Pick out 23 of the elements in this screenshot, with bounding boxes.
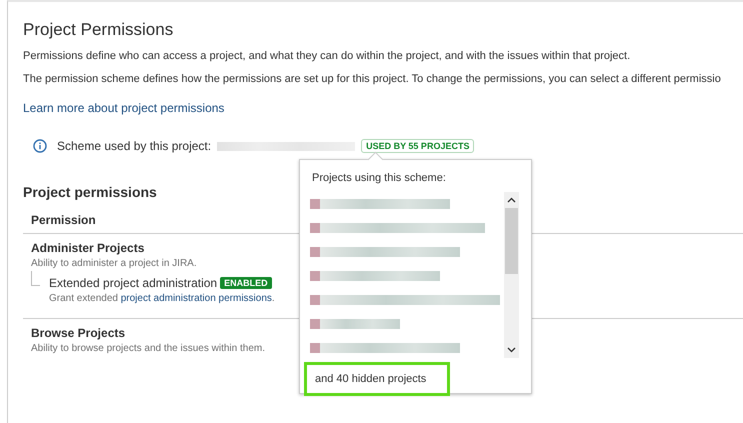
section-heading: Project permissions — [23, 184, 158, 200]
scroll-up-icon[interactable] — [507, 197, 516, 203]
scroll-down-icon[interactable] — [507, 347, 516, 353]
permissions-link[interactable]: project administration permissions — [120, 293, 272, 304]
popup-title: Projects using this scheme: — [312, 172, 447, 184]
scrollbar[interactable] — [504, 192, 519, 358]
sub-permission-description: Grant extended project administration permissions. — [49, 293, 275, 304]
sub-permission-name: Extended project administration — [49, 276, 218, 290]
hidden-projects-note: and 40 hidden projects — [304, 362, 450, 396]
description-text: Permissions define who can access a project, and what they can do within the project, and with the issues within that project. — [23, 50, 632, 62]
learn-more-link[interactable]: Learn more about project permissions — [23, 101, 224, 115]
info-icon — [33, 139, 47, 153]
permission-description: Ability to administer a project in JIRA. — [31, 258, 197, 269]
description-text: The permission scheme defines how the permissions are set up for this project. To change the permissions, you can select a different permissio — [23, 73, 722, 85]
tree-connector — [31, 271, 40, 286]
permission-name: Browse Projects — [31, 326, 126, 340]
scheme-label: Scheme used by this project: — [57, 139, 212, 153]
permission-name: Administer Projects — [31, 241, 144, 255]
permission-description: Ability to browse projects and the issues within them. — [31, 343, 265, 354]
usage-badge[interactable]: USED BY 55 PROJECTS — [361, 139, 474, 153]
column-header: Permission — [31, 213, 96, 227]
page-title: Project Permissions — [23, 20, 174, 40]
status-badge: ENABLED — [220, 277, 272, 289]
